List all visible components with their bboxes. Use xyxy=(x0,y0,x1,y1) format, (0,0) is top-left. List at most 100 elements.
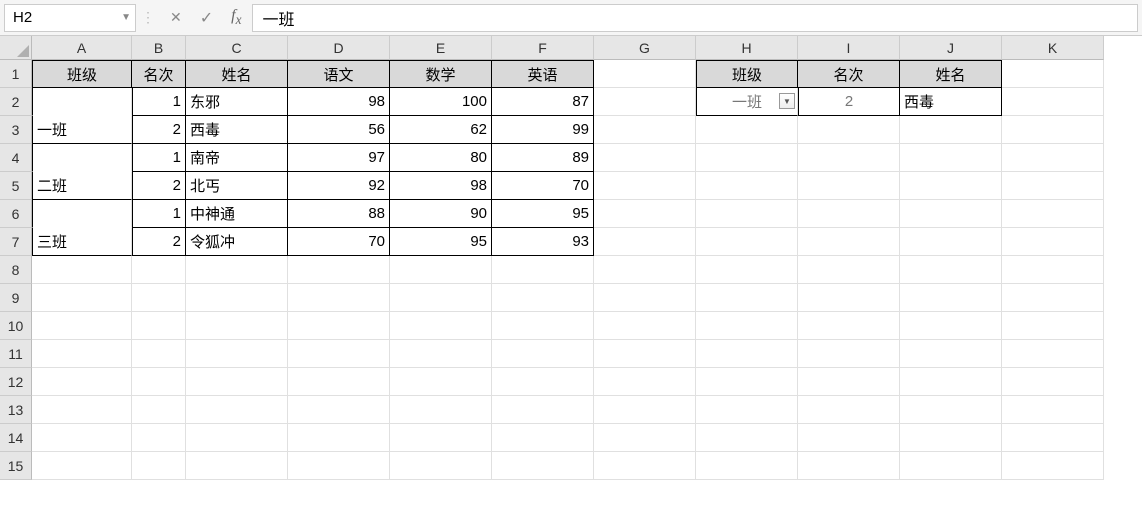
cell-D2[interactable]: 98 xyxy=(288,88,390,116)
cell-D13[interactable] xyxy=(288,396,390,424)
row-header-14[interactable]: 14 xyxy=(0,424,32,452)
cell-D5[interactable]: 92 xyxy=(288,172,390,200)
cell-E13[interactable] xyxy=(390,396,492,424)
cell-G3[interactable] xyxy=(594,116,696,144)
cell-H14[interactable] xyxy=(696,424,798,452)
cell-C4[interactable]: 南帝 xyxy=(186,144,288,172)
cell-G11[interactable] xyxy=(594,340,696,368)
cell-D1[interactable]: 语文 xyxy=(288,60,390,88)
row-header-12[interactable]: 12 xyxy=(0,368,32,396)
cell-B13[interactable] xyxy=(132,396,186,424)
cell-F2[interactable]: 87 xyxy=(492,88,594,116)
cell-C2[interactable]: 东邪 xyxy=(186,88,288,116)
cell-A12[interactable] xyxy=(32,368,132,396)
cell-J11[interactable] xyxy=(900,340,1002,368)
cell-F11[interactable] xyxy=(492,340,594,368)
row-header-1[interactable]: 1 xyxy=(0,60,32,88)
accept-icon[interactable]: ✓ xyxy=(200,8,213,28)
cell-I2[interactable]: 2 xyxy=(798,88,900,116)
cell-B4[interactable]: 1 xyxy=(132,144,186,172)
cell-F3[interactable]: 99 xyxy=(492,116,594,144)
cell-C7[interactable]: 令狐冲 xyxy=(186,228,288,256)
cell-I9[interactable] xyxy=(798,284,900,312)
cell-C8[interactable] xyxy=(186,256,288,284)
cell-F4[interactable]: 89 xyxy=(492,144,594,172)
cell-B14[interactable] xyxy=(132,424,186,452)
cell-C10[interactable] xyxy=(186,312,288,340)
cell-C1[interactable]: 姓名 xyxy=(186,60,288,88)
cell-B12[interactable] xyxy=(132,368,186,396)
cell-H15[interactable] xyxy=(696,452,798,480)
row-header-9[interactable]: 9 xyxy=(0,284,32,312)
col-header-H[interactable]: H xyxy=(696,36,798,60)
row-header-13[interactable]: 13 xyxy=(0,396,32,424)
cell-I7[interactable] xyxy=(798,228,900,256)
cell-D4[interactable]: 97 xyxy=(288,144,390,172)
cell-I3[interactable] xyxy=(798,116,900,144)
cell-G8[interactable] xyxy=(594,256,696,284)
cancel-icon[interactable]: ✕ xyxy=(170,9,182,26)
cell-C9[interactable] xyxy=(186,284,288,312)
cell-G2[interactable] xyxy=(594,88,696,116)
cell-A3-merged[interactable]: 一班 xyxy=(32,116,132,144)
cell-E12[interactable] xyxy=(390,368,492,396)
row-header-4[interactable]: 4 xyxy=(0,144,32,172)
cell-E7[interactable]: 95 xyxy=(390,228,492,256)
row-header-6[interactable]: 6 xyxy=(0,200,32,228)
cell-H12[interactable] xyxy=(696,368,798,396)
cell-E14[interactable] xyxy=(390,424,492,452)
cell-K13[interactable] xyxy=(1002,396,1104,424)
fx-icon[interactable]: fx xyxy=(231,7,241,28)
cell-G10[interactable] xyxy=(594,312,696,340)
row-header-15[interactable]: 15 xyxy=(0,452,32,480)
cell-E5[interactable]: 98 xyxy=(390,172,492,200)
cell-D7[interactable]: 70 xyxy=(288,228,390,256)
cell-F9[interactable] xyxy=(492,284,594,312)
cell-A9[interactable] xyxy=(32,284,132,312)
cell-I10[interactable] xyxy=(798,312,900,340)
select-all-corner[interactable] xyxy=(0,36,32,60)
cell-J2[interactable]: 西毒 xyxy=(900,88,1002,116)
cell-K5[interactable] xyxy=(1002,172,1104,200)
cell-K3[interactable] xyxy=(1002,116,1104,144)
col-header-I[interactable]: I xyxy=(798,36,900,60)
row-header-2[interactable]: 2 xyxy=(0,88,32,116)
cell-K10[interactable] xyxy=(1002,312,1104,340)
cell-H9[interactable] xyxy=(696,284,798,312)
cell-H7[interactable] xyxy=(696,228,798,256)
cell-G12[interactable] xyxy=(594,368,696,396)
cell-G4[interactable] xyxy=(594,144,696,172)
cell-G1[interactable] xyxy=(594,60,696,88)
cell-J14[interactable] xyxy=(900,424,1002,452)
cell-B6[interactable]: 1 xyxy=(132,200,186,228)
col-header-D[interactable]: D xyxy=(288,36,390,60)
cell-B10[interactable] xyxy=(132,312,186,340)
cell-K4[interactable] xyxy=(1002,144,1104,172)
row-header-11[interactable]: 11 xyxy=(0,340,32,368)
cell-F6[interactable]: 95 xyxy=(492,200,594,228)
cell-A10[interactable] xyxy=(32,312,132,340)
cell-E11[interactable] xyxy=(390,340,492,368)
col-header-F[interactable]: F xyxy=(492,36,594,60)
cell-E10[interactable] xyxy=(390,312,492,340)
cell-K14[interactable] xyxy=(1002,424,1104,452)
cell-H3[interactable] xyxy=(696,116,798,144)
cell-K2[interactable] xyxy=(1002,88,1104,116)
cell-A7-merged[interactable]: 三班 xyxy=(32,228,132,256)
cell-I13[interactable] xyxy=(798,396,900,424)
cell-E1[interactable]: 数学 xyxy=(390,60,492,88)
cell-A8[interactable] xyxy=(32,256,132,284)
spreadsheet-grid[interactable]: A B C D E F G H I J K 1 班级 名次 姓名 语文 数学 英… xyxy=(0,36,1142,480)
name-box-dropdown-icon[interactable]: ▼ xyxy=(121,12,131,23)
col-header-J[interactable]: J xyxy=(900,36,1002,60)
cell-J4[interactable] xyxy=(900,144,1002,172)
cell-A15[interactable] xyxy=(32,452,132,480)
cell-I15[interactable] xyxy=(798,452,900,480)
cell-H6[interactable] xyxy=(696,200,798,228)
cell-J7[interactable] xyxy=(900,228,1002,256)
cell-B3[interactable]: 2 xyxy=(132,116,186,144)
cell-I12[interactable] xyxy=(798,368,900,396)
cell-F14[interactable] xyxy=(492,424,594,452)
dropdown-icon[interactable]: ▼ xyxy=(779,93,795,109)
cell-B11[interactable] xyxy=(132,340,186,368)
